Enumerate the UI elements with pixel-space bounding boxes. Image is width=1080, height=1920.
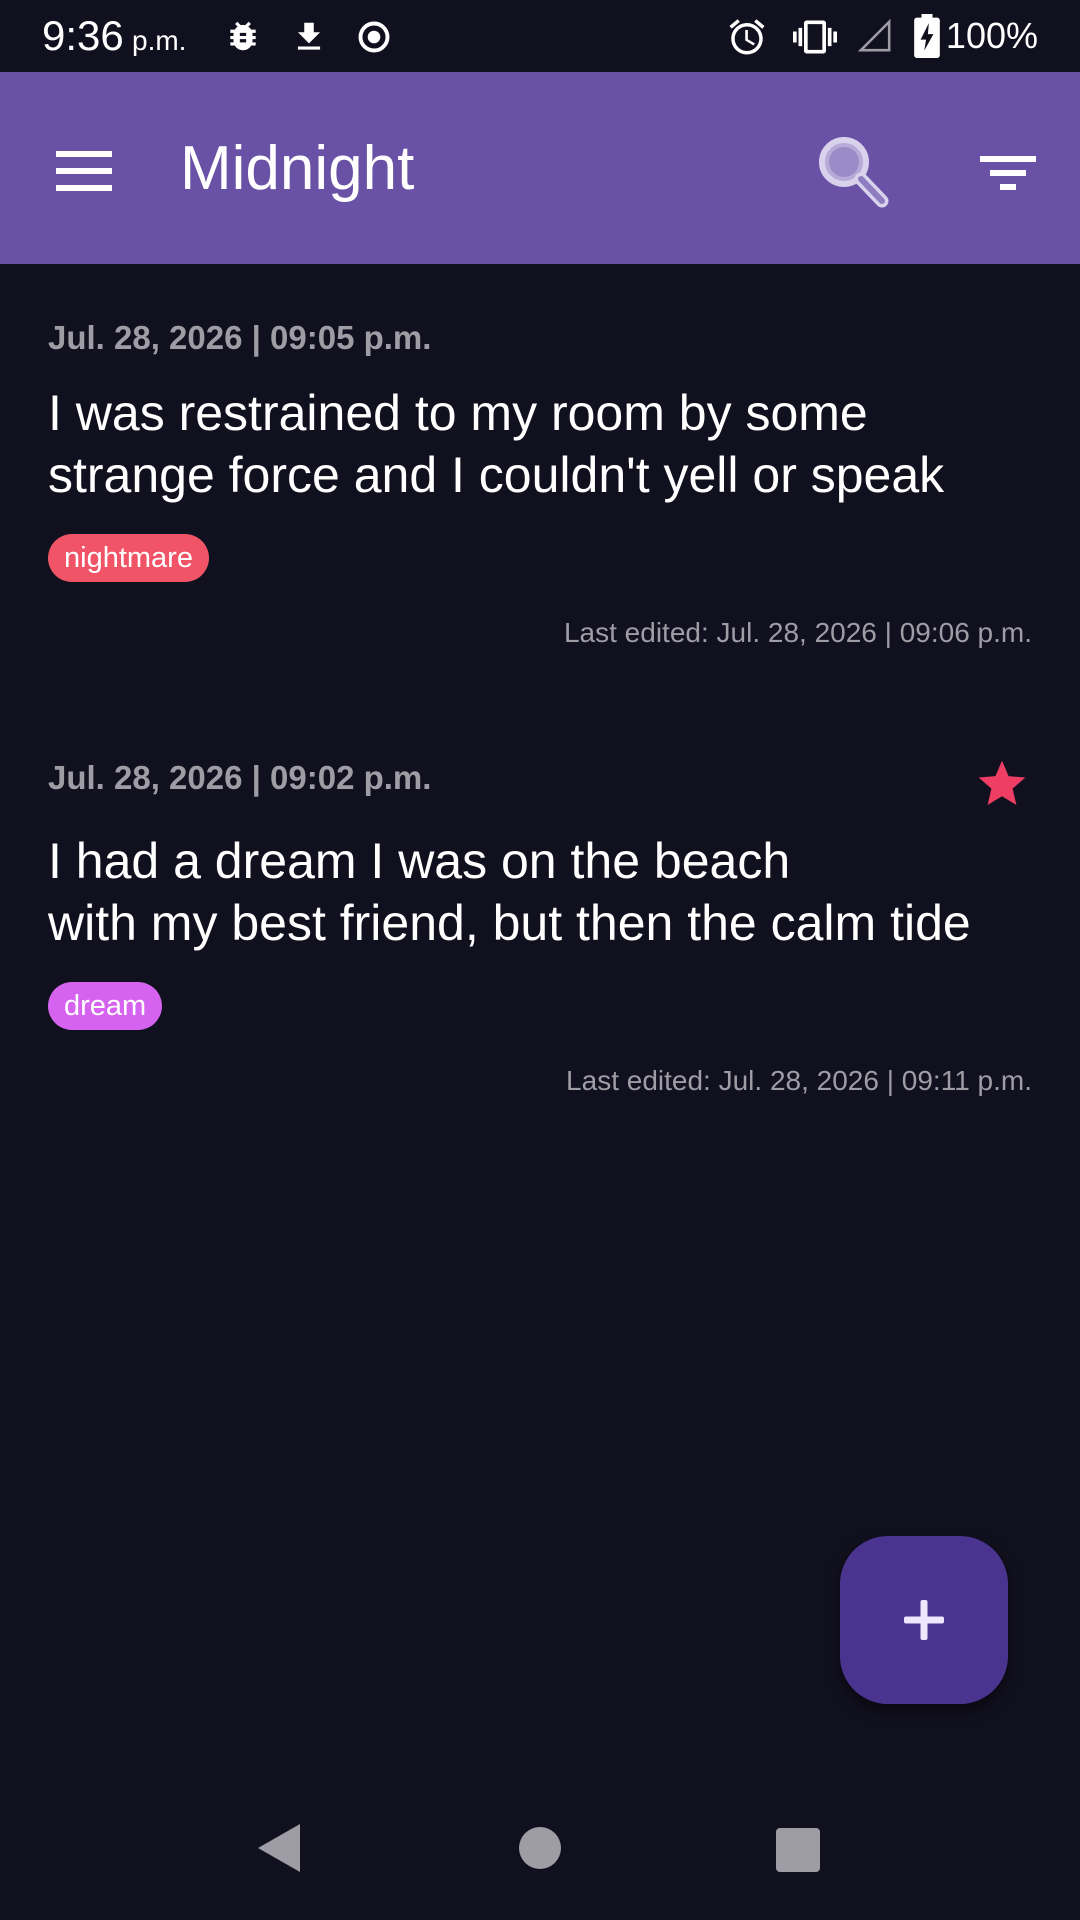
home-icon[interactable] (516, 1824, 564, 1872)
tag-dream[interactable]: dream (48, 982, 163, 1030)
filter-icon (980, 156, 1036, 190)
last-edited: Last edited: Jul. 28, 2026 | 09:11 p.m. (566, 1065, 1032, 1096)
entry-preview-text: I had a dream I was on the beach with my… (48, 830, 1033, 954)
entry-text-line: strange force and I couldn't yell or spe… (48, 447, 945, 503)
signal-icon (858, 18, 891, 52)
status-time: 9:36 (42, 12, 124, 59)
screen: 9:36 p.m. 100% Midnight Jul. 28, 2026 | … (0, 0, 1080, 1920)
entry-text-line: I had a dream I was on the beach (48, 833, 791, 889)
status-ampm: p.m. (132, 25, 187, 56)
menu-icon (56, 151, 112, 191)
entry-date: Jul. 28, 2026 | 09:02 p.m. (48, 759, 432, 796)
navigation-bar (0, 1776, 1080, 1920)
entry-date: Jul. 28, 2026 | 09:05 p.m. (48, 319, 432, 356)
menu-button[interactable] (40, 127, 128, 215)
app-title: Midnight (180, 134, 415, 203)
dream-entry[interactable]: Jul. 28, 2026 | 09:05 p.m. I was restrai… (0, 264, 1080, 684)
tag-nightmare[interactable]: nightmare (48, 534, 209, 582)
battery-level: 100% (945, 15, 1038, 56)
add-entry-button[interactable] (840, 1536, 1008, 1704)
last-edited: Last edited: Jul. 28, 2026 | 09:06 p.m. (563, 617, 1032, 648)
search-icon (819, 137, 889, 208)
status-bar: 9:36 p.m. 100% (0, 0, 1080, 72)
filter-button[interactable] (966, 138, 1046, 208)
vibrate-icon (793, 20, 837, 54)
app-bar: Midnight (0, 72, 1080, 264)
record-icon (358, 21, 390, 53)
download-icon (297, 22, 321, 50)
battery-charging-icon (914, 14, 940, 58)
back-icon[interactable] (252, 1820, 308, 1876)
search-button[interactable] (806, 126, 898, 218)
recents-icon[interactable] (774, 1826, 822, 1874)
entry-text-line: with my best friend, but then the calm t… (48, 895, 971, 951)
bug-icon (230, 21, 256, 51)
entry-text-line: I was restrained to my room by some (48, 385, 868, 441)
star-icon[interactable] (974, 756, 1030, 812)
plus-icon (904, 1600, 944, 1640)
alarm-icon (729, 19, 765, 55)
dream-entry[interactable]: Jul. 28, 2026 | 09:02 p.m. I had a dream… (0, 712, 1080, 1132)
entry-preview-text: I was restrained to my room by some stra… (48, 382, 1033, 506)
